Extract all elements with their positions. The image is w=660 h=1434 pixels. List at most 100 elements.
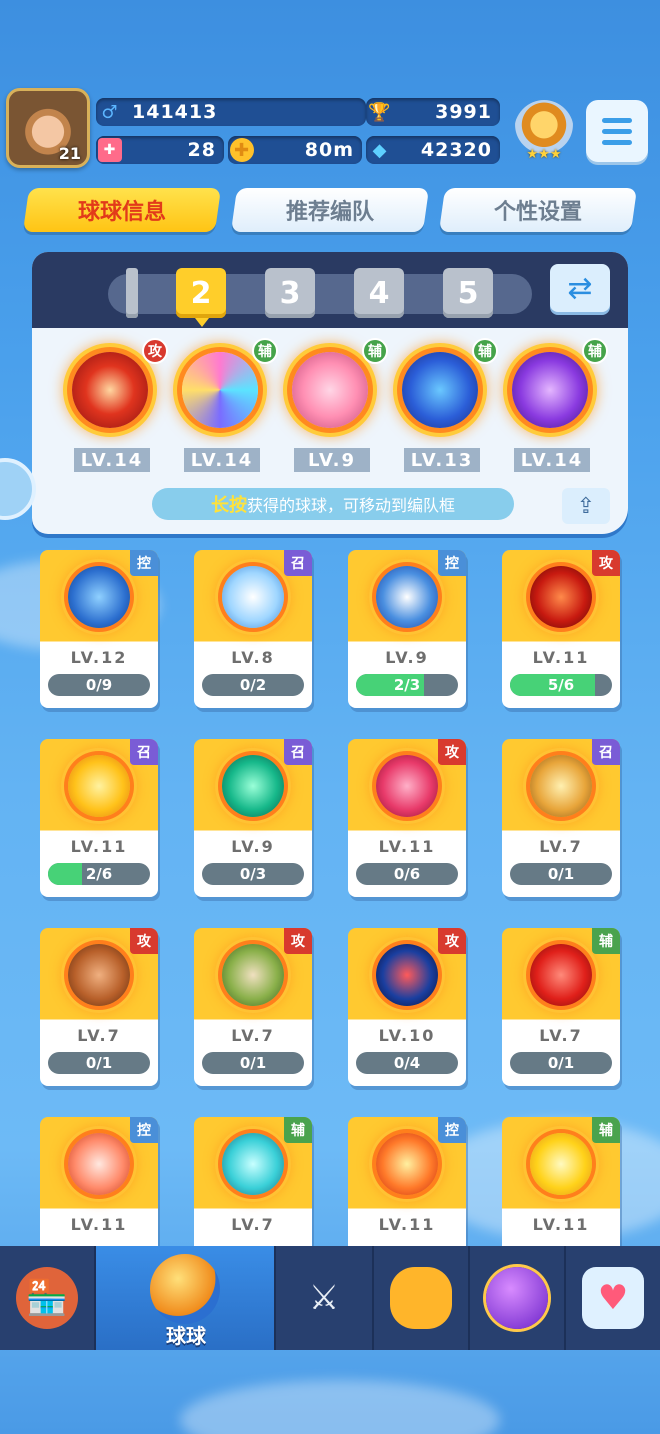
team-slot-orb[interactable] [182,352,258,428]
tab-recommended-team[interactable]: 推荐编队 [230,188,430,232]
share-icon[interactable]: ⇪ [562,488,610,524]
ball-card[interactable]: 攻 LV.7 0/1 [194,928,312,1086]
ball-icon [530,944,592,1006]
ball-icon [530,566,592,628]
ball-icon [68,944,130,1006]
ball-progress-text: 0/1 [239,1054,267,1072]
ball-progress-bar: 0/1 [202,1052,304,1074]
tab-ball-info[interactable]: 球球信息 [22,188,222,232]
team-page-3[interactable]: 3 [265,268,315,318]
team-slot-orb[interactable] [292,352,368,428]
team-slot-level: LV.13 [404,448,480,472]
team-slot-level: LV.14 [74,448,150,472]
ball-type-badge: 辅 [592,1117,620,1143]
team-slot-orb[interactable] [512,352,588,428]
team-slot-type-badge: 辅 [362,338,388,364]
menu-button[interactable] [586,100,648,162]
ball-card[interactable]: 控 LV.9 2/3 [348,550,466,708]
side-toggle-button[interactable] [0,458,36,520]
team-slot-orb[interactable] [72,352,148,428]
ball-type-badge: 控 [130,550,158,576]
ball-type-badge: 攻 [438,739,466,765]
ball-progress-text: 0/9 [85,676,113,694]
ball-level: LV.7 [231,1026,275,1045]
score-value: 141413 [132,101,218,123]
whistle-icon [390,1267,452,1329]
ball-icon [376,755,438,817]
crossed-swords-icon: ⚔ [308,1278,340,1318]
ball-card[interactable]: 控 LV.12 0/9 [40,550,158,708]
player-avatar[interactable]: 21 [6,88,90,168]
ball-progress-bar: 0/9 [48,674,150,696]
ball-level: LV.7 [539,837,583,856]
ball-card[interactable]: 攻 LV.7 0/1 [40,928,158,1086]
gold-bar[interactable]: ✚ 80m [228,136,362,164]
team-slot-level: LV.14 [514,448,590,472]
ball-type-badge: 控 [438,550,466,576]
tab-label: 个性设置 [493,200,582,225]
ball-progress-bar: 5/6 [510,674,612,696]
team-page-2[interactable]: 2 [176,268,226,327]
ball-icon [68,1133,130,1195]
ticket-bar[interactable]: ✚ 28 [96,136,224,164]
tab-personal-settings[interactable]: 个性设置 [438,188,638,232]
tab-label: 球球信息 [77,200,166,225]
ball-type-badge: 召 [592,739,620,765]
ball-progress-text: 0/3 [239,865,267,883]
ball-level: LV.7 [539,1026,583,1045]
ball-progress-text: 0/4 [393,1054,421,1072]
player-level: 21 [58,144,81,163]
ball-type-badge: 控 [438,1117,466,1143]
team-slot-type-badge: 辅 [582,338,608,364]
nav-planet[interactable] [470,1246,566,1350]
ball-type-badge: 辅 [284,1117,312,1143]
ball-progress-text: 0/1 [85,1054,113,1072]
ball-level: LV.9 [385,648,429,667]
ball-card[interactable]: 攻 LV.11 5/6 [502,550,620,708]
team-page-4[interactable]: 4 [354,268,404,318]
ball-icon [68,566,130,628]
ball-card[interactable]: 召 LV.9 0/3 [194,739,312,897]
ball-type-badge: 攻 [592,550,620,576]
rank-badge-icon[interactable]: ★★★ [514,100,574,162]
ball-card[interactable]: 攻 LV.11 0/6 [348,739,466,897]
ball-level: LV.8 [231,648,275,667]
shop-icon: 🏪 [16,1267,78,1329]
nav-battle[interactable]: ⚔ [276,1246,374,1350]
nav-shop[interactable]: 🏪 [0,1246,96,1350]
ball-type-badge: 召 [130,739,158,765]
ball-progress-bar: 2/3 [356,674,458,696]
team-page-1[interactable] [126,268,138,318]
ball-progress-bar: 0/1 [510,1052,612,1074]
team-slot-level: LV.14 [184,448,260,472]
rank-stars-icon: ★★★ [526,147,562,162]
ball-progress-text: 2/6 [85,865,113,883]
team-slot-type-badge: 攻 [142,338,168,364]
ball-card[interactable]: 攻 LV.10 0/4 [348,928,466,1086]
ball-level: LV.11 [70,837,128,856]
team-slot-orb[interactable] [402,352,478,428]
nav-whistle[interactable] [374,1246,470,1350]
hint-text: 获得的球球，可移动到编队框 [246,496,455,515]
ball-card[interactable]: 召 LV.7 0/1 [502,739,620,897]
trophy-bar[interactable]: 🏆 3991 [366,98,500,126]
ball-progress-text: 0/2 [239,676,267,694]
ball-level: LV.11 [532,1215,590,1234]
ball-card[interactable]: 辅 LV.7 0/1 [502,928,620,1086]
ball-type-badge: 召 [284,739,312,765]
ball-icon [530,1133,592,1195]
team-slot-type-badge: 辅 [252,338,278,364]
nav-social[interactable]: ♥ [566,1246,660,1350]
swap-icon[interactable]: ⇄ [550,264,610,312]
ball-progress-text: 0/1 [547,1054,575,1072]
team-page-5[interactable]: 5 [443,268,493,318]
ball-card[interactable]: 召 LV.8 0/2 [194,550,312,708]
ball-progress-bar: 0/1 [48,1052,150,1074]
ball-card[interactable]: 召 LV.11 2/6 [40,739,158,897]
hint-highlight: 长按 [210,495,247,516]
ball-type-badge: 攻 [438,928,466,954]
ball-progress-text: 5/6 [547,676,575,694]
ball-level: LV.10 [378,1026,436,1045]
diamond-bar[interactable]: ◆ 42320 [366,136,500,164]
ball-level: LV.12 [70,648,128,667]
